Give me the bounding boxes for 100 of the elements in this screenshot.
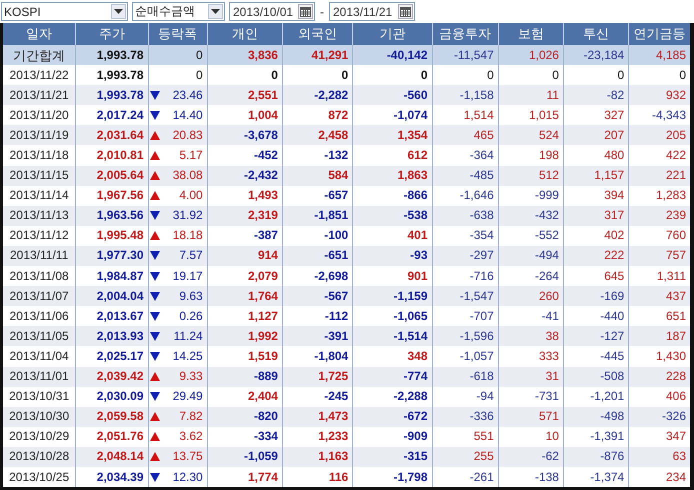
amount-cell: -138	[498, 466, 564, 489]
price-cell: 1,963.56	[76, 206, 148, 226]
amount-cell: -264	[498, 266, 564, 286]
amount-cell: -93	[352, 246, 432, 266]
amount-cell: -326	[628, 406, 692, 427]
amount-cell: -716	[432, 266, 498, 286]
date-cell: 2013/11/07	[2, 286, 76, 306]
date-cell: 2013/10/25	[2, 466, 76, 489]
amount-cell: 11	[498, 85, 564, 106]
price-cell: 2,013.67	[76, 306, 148, 326]
price-cell: 2,039.42	[76, 366, 148, 387]
change-value: 38.08	[172, 167, 203, 184]
amount-cell: 0	[282, 65, 353, 86]
amount-cell: -1,514	[352, 326, 432, 346]
change-value: 12.30	[172, 468, 203, 486]
amount-cell: -261	[432, 466, 498, 489]
date-cell: 2013/11/12	[2, 226, 76, 246]
change-value: 0	[196, 66, 203, 84]
change-value: 13.75	[172, 448, 203, 466]
amount-cell: 402	[563, 226, 629, 246]
amount-cell: 0	[352, 65, 432, 86]
amount-cell: -452	[207, 145, 282, 166]
amount-cell: -23,184	[563, 45, 629, 66]
amount-cell: 10	[498, 426, 564, 447]
column-header[interactable]: 투신	[563, 23, 629, 45]
amount-cell: 31	[498, 366, 564, 387]
date-cell: 2013/11/13	[2, 206, 76, 226]
amount-cell: -41	[498, 306, 564, 326]
amount-cell: -638	[432, 206, 498, 226]
date-cell: 2013/10/28	[2, 446, 76, 467]
amount-cell: 1,015	[498, 105, 564, 126]
amount-cell: -336	[432, 406, 498, 427]
amount-cell: 1,764	[207, 286, 282, 306]
column-header[interactable]: 연기금등	[628, 23, 692, 45]
end-date-field[interactable]: 2013/11/21	[329, 2, 415, 21]
column-header[interactable]: 등락폭	[148, 23, 208, 45]
caret-icon	[211, 9, 220, 14]
amount-cell: -112	[282, 306, 353, 326]
date-cell: 기간합계	[2, 45, 76, 66]
price-cell: 1,993.78	[76, 65, 148, 86]
amount-cell: -354	[432, 226, 498, 246]
amount-cell: -94	[432, 386, 498, 407]
amount-cell: 571	[498, 406, 564, 427]
column-header[interactable]: 개인	[207, 23, 282, 45]
amount-cell: 612	[352, 145, 432, 166]
change-value: 23.46	[172, 86, 203, 104]
amount-cell: 0	[498, 65, 564, 86]
amount-cell: 480	[563, 145, 629, 166]
start-date-field[interactable]: 2013/10/01	[229, 2, 315, 21]
amount-cell: -560	[352, 85, 432, 106]
change-value: 3.62	[179, 428, 203, 446]
column-header[interactable]: 일자	[2, 23, 76, 45]
amount-cell: -3,678	[207, 125, 282, 146]
price-cell: 1,993.78	[76, 85, 148, 106]
amount-cell: 3,836	[207, 45, 282, 66]
amount-cell: 221	[628, 166, 692, 186]
amount-cell: 327	[563, 105, 629, 126]
amount-cell: 394	[563, 186, 629, 206]
amount-cell: -1,798	[352, 466, 432, 489]
change-value: 31.92	[172, 207, 203, 224]
change-value: 0	[196, 46, 203, 64]
amount-cell: 551	[432, 426, 498, 447]
amount-cell: -552	[498, 226, 564, 246]
mode-dropdown[interactable]: 순매수금액	[132, 2, 225, 21]
column-header[interactable]: 보험	[498, 23, 564, 45]
column-header[interactable]: 외국인	[282, 23, 353, 45]
price-cell: 2,034.39	[76, 466, 148, 489]
amount-cell: -876	[563, 446, 629, 467]
amount-cell: 1,992	[207, 326, 282, 346]
change-value: 9.63	[179, 288, 203, 305]
amount-cell: 205	[628, 125, 692, 146]
amount-cell: 63	[628, 446, 692, 467]
change-value: 7.82	[179, 408, 203, 426]
amount-cell: 228	[628, 366, 692, 387]
amount-cell: 2,404	[207, 386, 282, 407]
change-value: 29.49	[172, 388, 203, 406]
amount-cell: -1,646	[432, 186, 498, 206]
amount-cell: -498	[563, 406, 629, 427]
price-cell: 2,025.17	[76, 346, 148, 366]
date-cell: 2013/11/11	[2, 246, 76, 266]
amount-cell: -567	[282, 286, 353, 306]
date-cell: 2013/11/15	[2, 166, 76, 186]
amount-cell: -82	[563, 85, 629, 106]
amount-cell: -334	[207, 426, 282, 447]
amount-cell: 645	[563, 266, 629, 286]
date-cell: 2013/11/22	[2, 65, 76, 86]
column-header[interactable]: 기관	[352, 23, 432, 45]
amount-cell: 222	[563, 246, 629, 266]
price-cell: 2,013.93	[76, 326, 148, 346]
price-cell: 2,010.81	[76, 145, 148, 166]
amount-cell: 207	[563, 125, 629, 146]
market-dropdown[interactable]: KOSPI	[1, 2, 128, 21]
amount-cell: -40,142	[352, 45, 432, 66]
amount-cell: -169	[563, 286, 629, 306]
date-cell: 2013/11/20	[2, 105, 76, 126]
amount-cell: -100	[282, 226, 353, 246]
column-header[interactable]: 주가	[76, 23, 148, 45]
column-header[interactable]: 금융투자	[432, 23, 498, 45]
date-cell: 2013/11/04	[2, 346, 76, 366]
change-value: 11.24	[174, 328, 203, 345]
